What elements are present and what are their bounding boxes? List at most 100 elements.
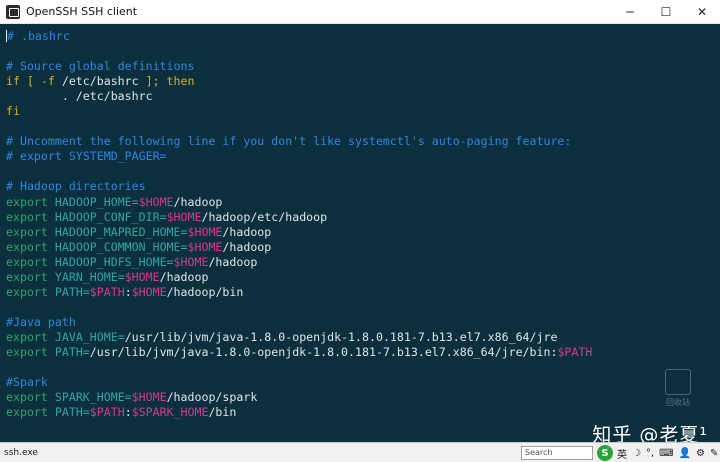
code-token-export: export	[6, 405, 55, 420]
code-token-export: export	[6, 344, 55, 359]
terminal-line: export YARN_HOME=$HOME/hadoop	[6, 270, 592, 285]
moon-icon[interactable]: ☽	[632, 448, 641, 459]
code-token-plain: /hadoop/etc/hadoop	[201, 209, 328, 224]
taskbar-search-input[interactable]: Search	[521, 446, 593, 460]
recycle-bin-label: 回收站	[666, 398, 690, 407]
window-title: OpenSSH SSH client	[26, 5, 138, 18]
title-bar: OpenSSH SSH client ─ ☐ ✕	[0, 0, 720, 24]
punctuation-icon[interactable]: °,	[646, 448, 654, 459]
code-token-plain: /hadoop	[208, 254, 258, 269]
terminal-text: # .bashrc # Source global definitions if …	[6, 29, 592, 420]
code-token-keyword: if [ -f	[6, 74, 62, 89]
code-token-plain: /usr/lib/jvm/java-1.8.0-openjdk-1.8.0.18…	[124, 329, 558, 344]
code-token-expand: $HOME	[173, 254, 209, 269]
user-icon[interactable]: 👤	[679, 448, 691, 459]
code-token-var: HADOOP_MAPRED_HOME=	[54, 224, 188, 239]
code-token-export: export	[6, 239, 55, 254]
code-token-export: export	[6, 390, 55, 405]
terminal-line: export HADOOP_COMMON_HOME=$HOME/hadoop	[6, 240, 592, 255]
code-token-keyword: ]; then	[138, 74, 195, 89]
taskbar: ssh.exe Search S 英 ☽ °, ⌨ 👤 ⚙ ✎	[0, 442, 720, 462]
code-token-plain: /usr/lib/jvm/java-1.8.0-openjdk-1.8.0.18…	[89, 344, 558, 359]
code-token-var: HADOOP_HDFS_HOME=	[54, 254, 174, 269]
code-token-plain: :	[124, 405, 132, 420]
terminal-line: # Uncomment the following line if you do…	[6, 134, 592, 149]
code-token-expand: $HOME	[187, 239, 223, 254]
code-token-comment: # Uncomment the following line if you do…	[6, 134, 572, 149]
code-token-var: YARN_HOME=	[54, 269, 125, 284]
code-token-var: HADOOP_COMMON_HOME=	[54, 239, 188, 254]
code-token-expand: $SPARK_HOME	[131, 405, 209, 420]
terminal-line: export JAVA_HOME=/usr/lib/jvm/java-1.8.0…	[6, 330, 592, 345]
code-token-expand: $PATH	[89, 405, 125, 420]
minimize-button[interactable]: ─	[612, 0, 648, 24]
terminal-line: export HADOOP_CONF_DIR=$HOME/hadoop/etc/…	[6, 210, 592, 225]
terminal-app-icon	[6, 4, 20, 19]
code-token-plain: :	[124, 284, 132, 299]
code-token-plain: /hadoop	[222, 224, 272, 239]
recycle-bin-ghost: 回收站	[662, 369, 694, 408]
code-token-plain: /hadoop	[222, 239, 272, 254]
code-token-var: HADOOP_CONF_DIR=	[54, 209, 167, 224]
code-token-export: export	[6, 254, 55, 269]
terminal-line: export PATH=$PATH:$HOME/hadoop/bin	[6, 285, 592, 300]
code-token-expand: $HOME	[187, 224, 223, 239]
recycle-bin-icon	[665, 369, 691, 395]
code-token-comment: # .bashrc	[7, 29, 70, 43]
terminal-pane[interactable]: # .bashrc # Source global definitions if …	[0, 24, 720, 442]
terminal-line: export HADOOP_MAPRED_HOME=$HOME/hadoop	[6, 225, 592, 240]
close-button[interactable]: ✕	[684, 0, 720, 24]
code-token-comment: # Hadoop directories	[6, 179, 146, 194]
code-token-comment: # export SYSTEMD_PAGER=	[6, 149, 167, 164]
ime-icon[interactable]: S	[597, 445, 613, 461]
terminal-line: if [ -f /etc/bashrc ]; then	[6, 74, 592, 89]
terminal-line: export HADOOP_HOME=$HOME/hadoop	[6, 195, 592, 210]
code-token-expand: $HOME	[166, 209, 202, 224]
code-token-var: PATH=	[54, 405, 90, 420]
taskbar-item-ssh[interactable]: ssh.exe	[4, 446, 38, 460]
code-token-var: SPARK_HOME=	[54, 390, 132, 405]
code-token-expand: $HOME	[138, 194, 174, 209]
code-token-expand: $HOME	[124, 269, 160, 284]
code-token-var: PATH=	[54, 284, 90, 299]
code-token-var: HADOOP_HOME=	[54, 194, 139, 209]
terminal-line: # Hadoop directories	[6, 179, 592, 194]
settings-icon[interactable]: ⚙	[696, 448, 705, 459]
code-token-expand: $PATH	[89, 284, 125, 299]
terminal-line: export HADOOP_HDFS_HOME=$HOME/hadoop	[6, 255, 592, 270]
terminal-line: export SPARK_HOME=$HOME/hadoop/spark	[6, 390, 592, 405]
code-token-export: export	[6, 329, 55, 344]
terminal-line: . /etc/bashrc	[6, 89, 592, 104]
code-token-export: export	[6, 284, 55, 299]
code-token-plain: /hadoop/spark	[166, 390, 258, 405]
terminal-line: # Source global definitions	[6, 59, 592, 74]
code-token-comment: #Java path	[6, 314, 76, 329]
code-token-plain: /bin	[208, 405, 237, 420]
pen-icon[interactable]: ✎	[710, 448, 718, 459]
code-token-var: PATH=	[54, 344, 90, 359]
code-token-plain: /hadoop/bin	[166, 284, 244, 299]
code-token-expand: $PATH	[557, 344, 593, 359]
code-token-export: export	[6, 269, 55, 284]
window-controls: ─ ☐ ✕	[612, 0, 720, 24]
terminal-line: #Spark	[6, 375, 592, 390]
terminal-line: # export SYSTEMD_PAGER=	[6, 149, 592, 164]
maximize-button[interactable]: ☐	[648, 0, 684, 24]
terminal-line: export PATH=$PATH:$SPARK_HOME/bin	[6, 405, 592, 420]
code-token-var: JAVA_HOME=	[54, 329, 125, 344]
ime-language-indicator[interactable]: 英	[617, 446, 627, 461]
terminal-line: export PATH=/usr/lib/jvm/java-1.8.0-open…	[6, 345, 592, 360]
keyboard-icon[interactable]: ⌨	[659, 448, 673, 459]
code-token-export: export	[6, 224, 55, 239]
code-token-expand: $HOME	[131, 284, 167, 299]
code-token-export: export	[6, 194, 55, 209]
terminal-line: #Java path	[6, 315, 592, 330]
code-token-export: export	[6, 209, 55, 224]
code-token-expand: $HOME	[131, 390, 167, 405]
system-tray: S 英 ☽ °, ⌨ 👤 ⚙ ✎	[597, 444, 720, 462]
terminal-line: fi	[6, 104, 592, 119]
code-token-comment: #Spark	[6, 375, 48, 390]
